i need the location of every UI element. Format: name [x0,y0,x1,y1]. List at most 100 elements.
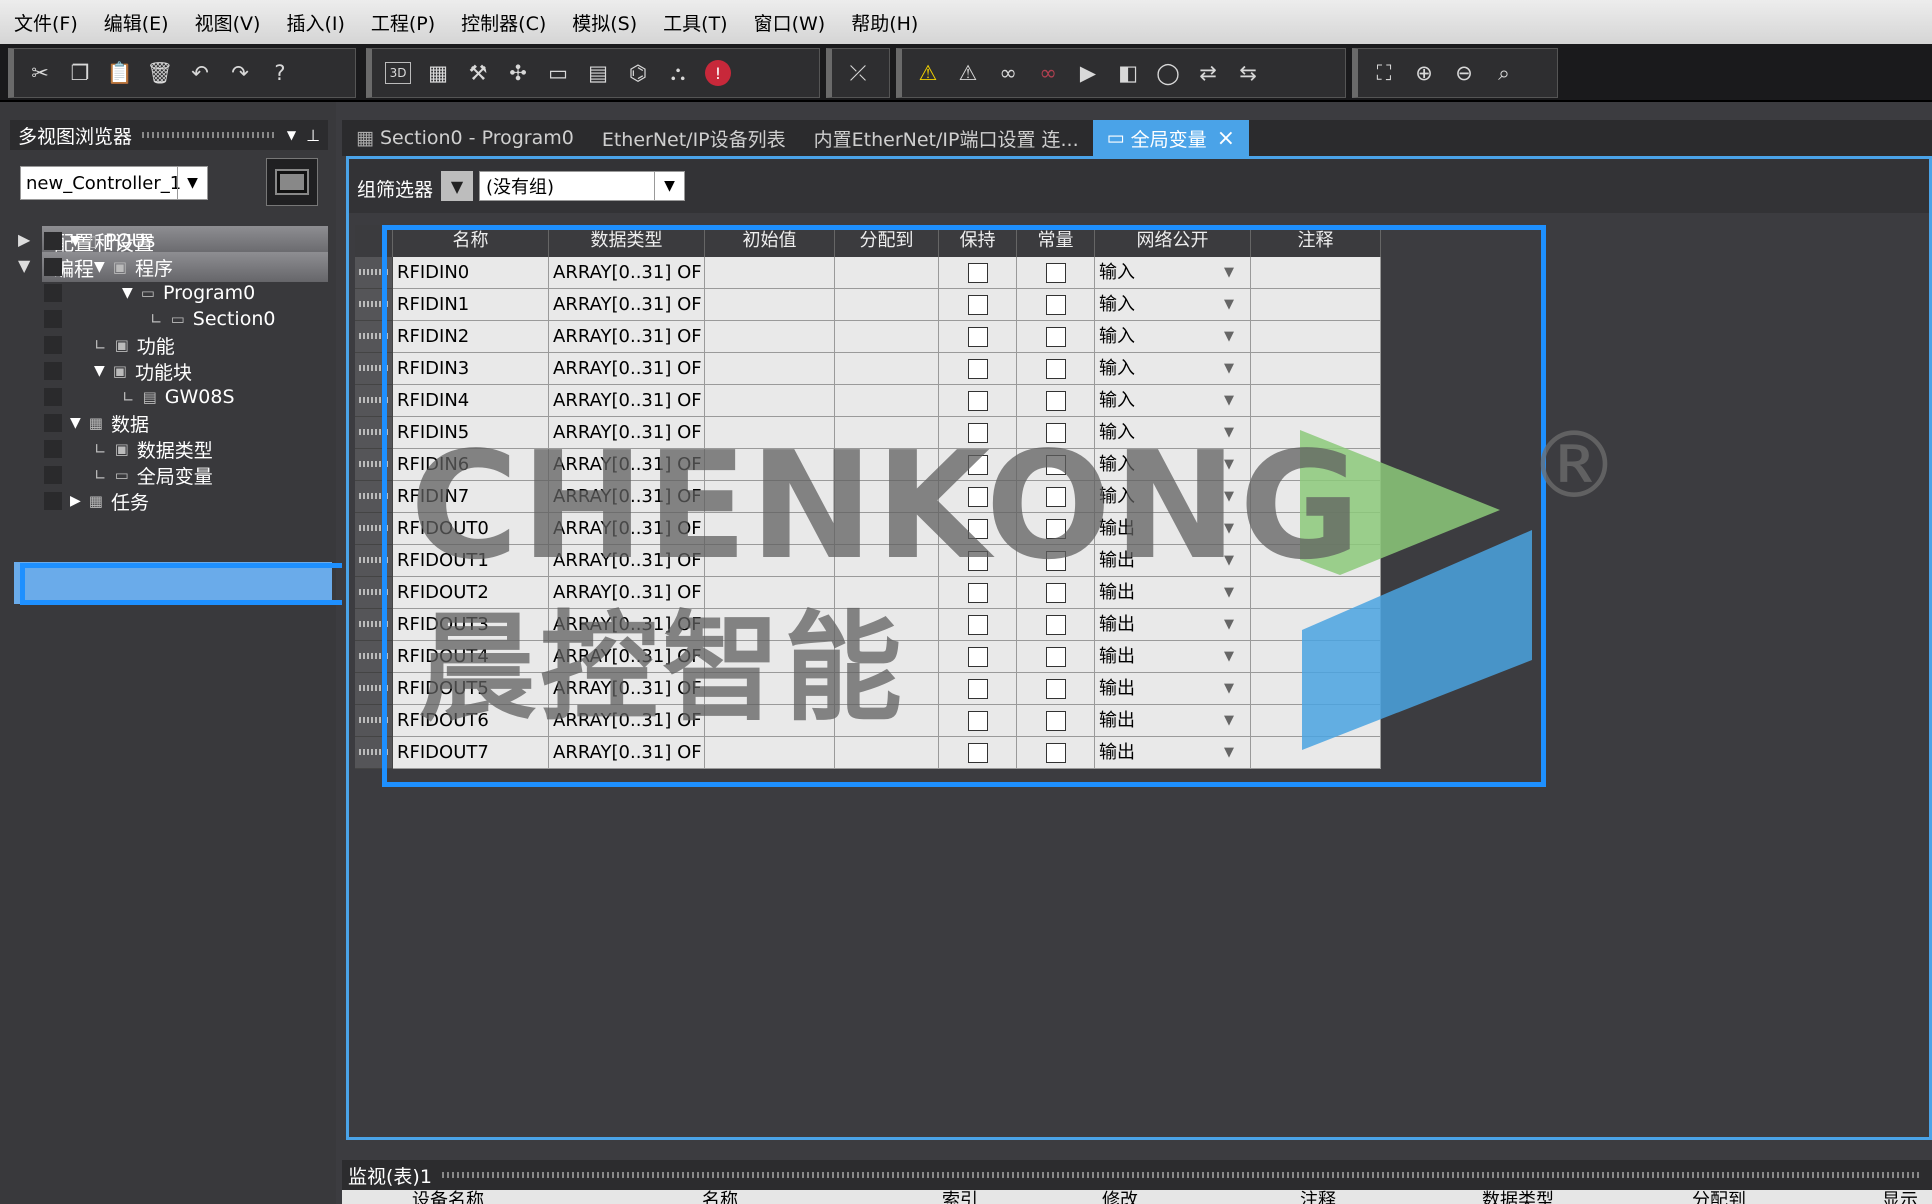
tree-node-icon: ▯ [88,232,98,250]
tab-label: 全局变量 [1130,128,1207,151]
binoculars-icon[interactable]: ⛬ [658,53,698,93]
io-icon[interactable]: ⌬ [618,53,658,93]
tree-node-icon: ▣ [112,258,127,276]
transfer-icon[interactable]: ⇄ [1188,53,1228,93]
tree-node-icon: ▦ [88,414,103,432]
tree-checkbox[interactable] [44,232,62,250]
online-icon[interactable]: ⤫ [838,53,878,93]
reset-icon[interactable]: ◯ [1148,53,1188,93]
collapse-arrow-icon[interactable]: ▼ [70,233,81,249]
collapse-arrow-icon[interactable]: ▼ [122,285,133,301]
warning-icon[interactable]: ⚠ [908,53,948,93]
table-icon[interactable]: ▤ [578,53,618,93]
paste-icon[interactable]: 📋 [100,53,140,93]
tree-checkbox[interactable] [44,258,62,276]
tree-item-label: 全局变量 [136,465,213,488]
step-icon[interactable]: ◧ [1108,53,1148,93]
controller-select[interactable]: new_Controller_1 ▼ [20,166,208,200]
view-icon[interactable]: ▭ [538,53,578,93]
menu-item[interactable]: 工程(P) [371,9,435,36]
tree-branch-icon: ∟ [94,336,107,354]
watch-column-header[interactable]: 设备名称 [412,1190,484,1204]
group-filter-select[interactable]: (没有组) ▼ [479,171,685,201]
chevron-down-icon[interactable]: ▼ [654,172,684,200]
close-icon[interactable]: × [1217,126,1235,151]
tree-node-icon: ▭ [114,466,129,484]
cut-icon[interactable]: ✂ [20,53,60,93]
filter-icon[interactable]: ▼ [441,171,473,201]
warning-off-icon[interactable]: ⚠ [948,53,988,93]
tab-1[interactable]: EtherNet/IP设备列表 [588,120,800,156]
copy-icon[interactable]: ❐ [60,53,100,93]
zoom-in-icon[interactable]: ⊕ [1404,53,1444,93]
watch-column-header[interactable]: 数据类型 [1482,1190,1554,1204]
sync-icon[interactable]: ⇆ [1228,53,1268,93]
menu-item[interactable]: 模拟(S) [572,9,637,36]
tree-item[interactable]: ▶ ▦ 任务 [70,486,149,516]
menu-item[interactable]: 视图(V) [195,9,261,36]
play-icon[interactable]: ▶ [1068,53,1108,93]
zoom-toolbar-group: ⛶ ⊕ ⊖ ⌕ [1352,48,1558,98]
tree-checkbox[interactable] [44,414,62,432]
watch-column-header[interactable]: 修改 [1102,1190,1138,1204]
tree-checkbox[interactable] [44,284,62,302]
zoom-out-icon[interactable]: ⊖ [1444,53,1484,93]
tree-item-label: Program0 [162,282,256,304]
tree-checkbox[interactable] [44,336,62,354]
menu-item[interactable]: 窗口(W) [754,9,826,36]
collapse-arrow-icon[interactable]: ▼ [94,259,105,275]
edit-toolbar-group: ✂ ❐ 📋 🗑 ↶ ↷? [8,48,356,98]
glasses-red-icon[interactable]: ∞ [1028,53,1068,93]
collapse-arrow-icon[interactable]: ▼ [94,363,105,379]
expand-arrow-icon[interactable]: ▶ [18,230,30,249]
online-toolbar-group: ⤫ [826,48,890,98]
tab-0[interactable]: ▦ Section0 - Program0 [342,120,588,156]
tree-branch-icon: ∟ [150,310,163,328]
redo-icon[interactable]: ↷ [220,53,260,93]
pin-icon[interactable]: ⊥ [306,126,320,145]
section-icon: ▦ [356,127,374,149]
expand-arrow-icon[interactable]: ▶ [70,493,81,509]
tree-branch-icon: ∟ [122,388,135,406]
fit-icon[interactable]: ⛶ [1364,53,1404,93]
help-icon[interactable]: ? [260,53,300,93]
watch-panel-title-bar: 监视(表)1 [342,1160,1932,1190]
tree-checkbox[interactable] [44,362,62,380]
error-icon[interactable]: ! [705,60,731,86]
tree-checkbox[interactable] [44,388,62,406]
tree-checkbox[interactable] [44,492,62,510]
watch-column-header[interactable]: 名称 [702,1190,738,1204]
tree-checkbox[interactable] [44,440,62,458]
menu-item[interactable]: 文件(F) [14,9,78,36]
menu-item[interactable]: 插入(I) [286,9,344,36]
menu-item[interactable]: 工具(T) [663,9,727,36]
network-icon[interactable]: ✣ [498,53,538,93]
tree-item-label: GW08S [164,386,235,408]
chevron-down-icon[interactable]: ▼ [177,167,207,199]
controller-icon[interactable] [266,158,318,206]
collapse-arrow-icon[interactable]: ▼ [70,415,81,431]
menu-item[interactable]: 控制器(C) [461,9,546,36]
watch-column-header[interactable]: 注释 [1300,1190,1336,1204]
delete-icon[interactable]: 🗑 [140,53,180,93]
watch-column-header[interactable]: 分配到 [1692,1190,1746,1204]
menu-item[interactable]: 编辑(E) [104,9,169,36]
tab-2[interactable]: 内置EtherNet/IP端口设置 连... [800,120,1093,156]
tree-checkbox[interactable] [44,310,62,328]
zoom-100-icon[interactable]: ⌕ [1484,53,1524,93]
collapse-arrow-icon[interactable]: ▼ [18,256,30,275]
menu-item[interactable]: 帮助(H) [851,9,918,36]
3d-icon[interactable]: 3D [385,62,411,84]
build-icon[interactable]: ⚒ [458,53,498,93]
watch-column-header[interactable]: 索引 [942,1190,978,1204]
tree-node-icon: ▭ [170,310,185,328]
tree-checkbox[interactable] [44,466,62,484]
undo-icon[interactable]: ↶ [180,53,220,93]
glasses-icon[interactable]: ∞ [988,53,1028,93]
tree-item-label: 功能块 [134,361,192,384]
tab-3[interactable]: ▭ 全局变量 × [1092,120,1250,156]
layout-icon[interactable]: ▦ [418,53,458,93]
explorer-title-bar: 多视图浏览器 ▼ ⊥ [10,120,328,150]
watch-column-header[interactable]: 显示 [1882,1190,1918,1204]
dropdown-icon[interactable]: ▼ [287,128,296,142]
